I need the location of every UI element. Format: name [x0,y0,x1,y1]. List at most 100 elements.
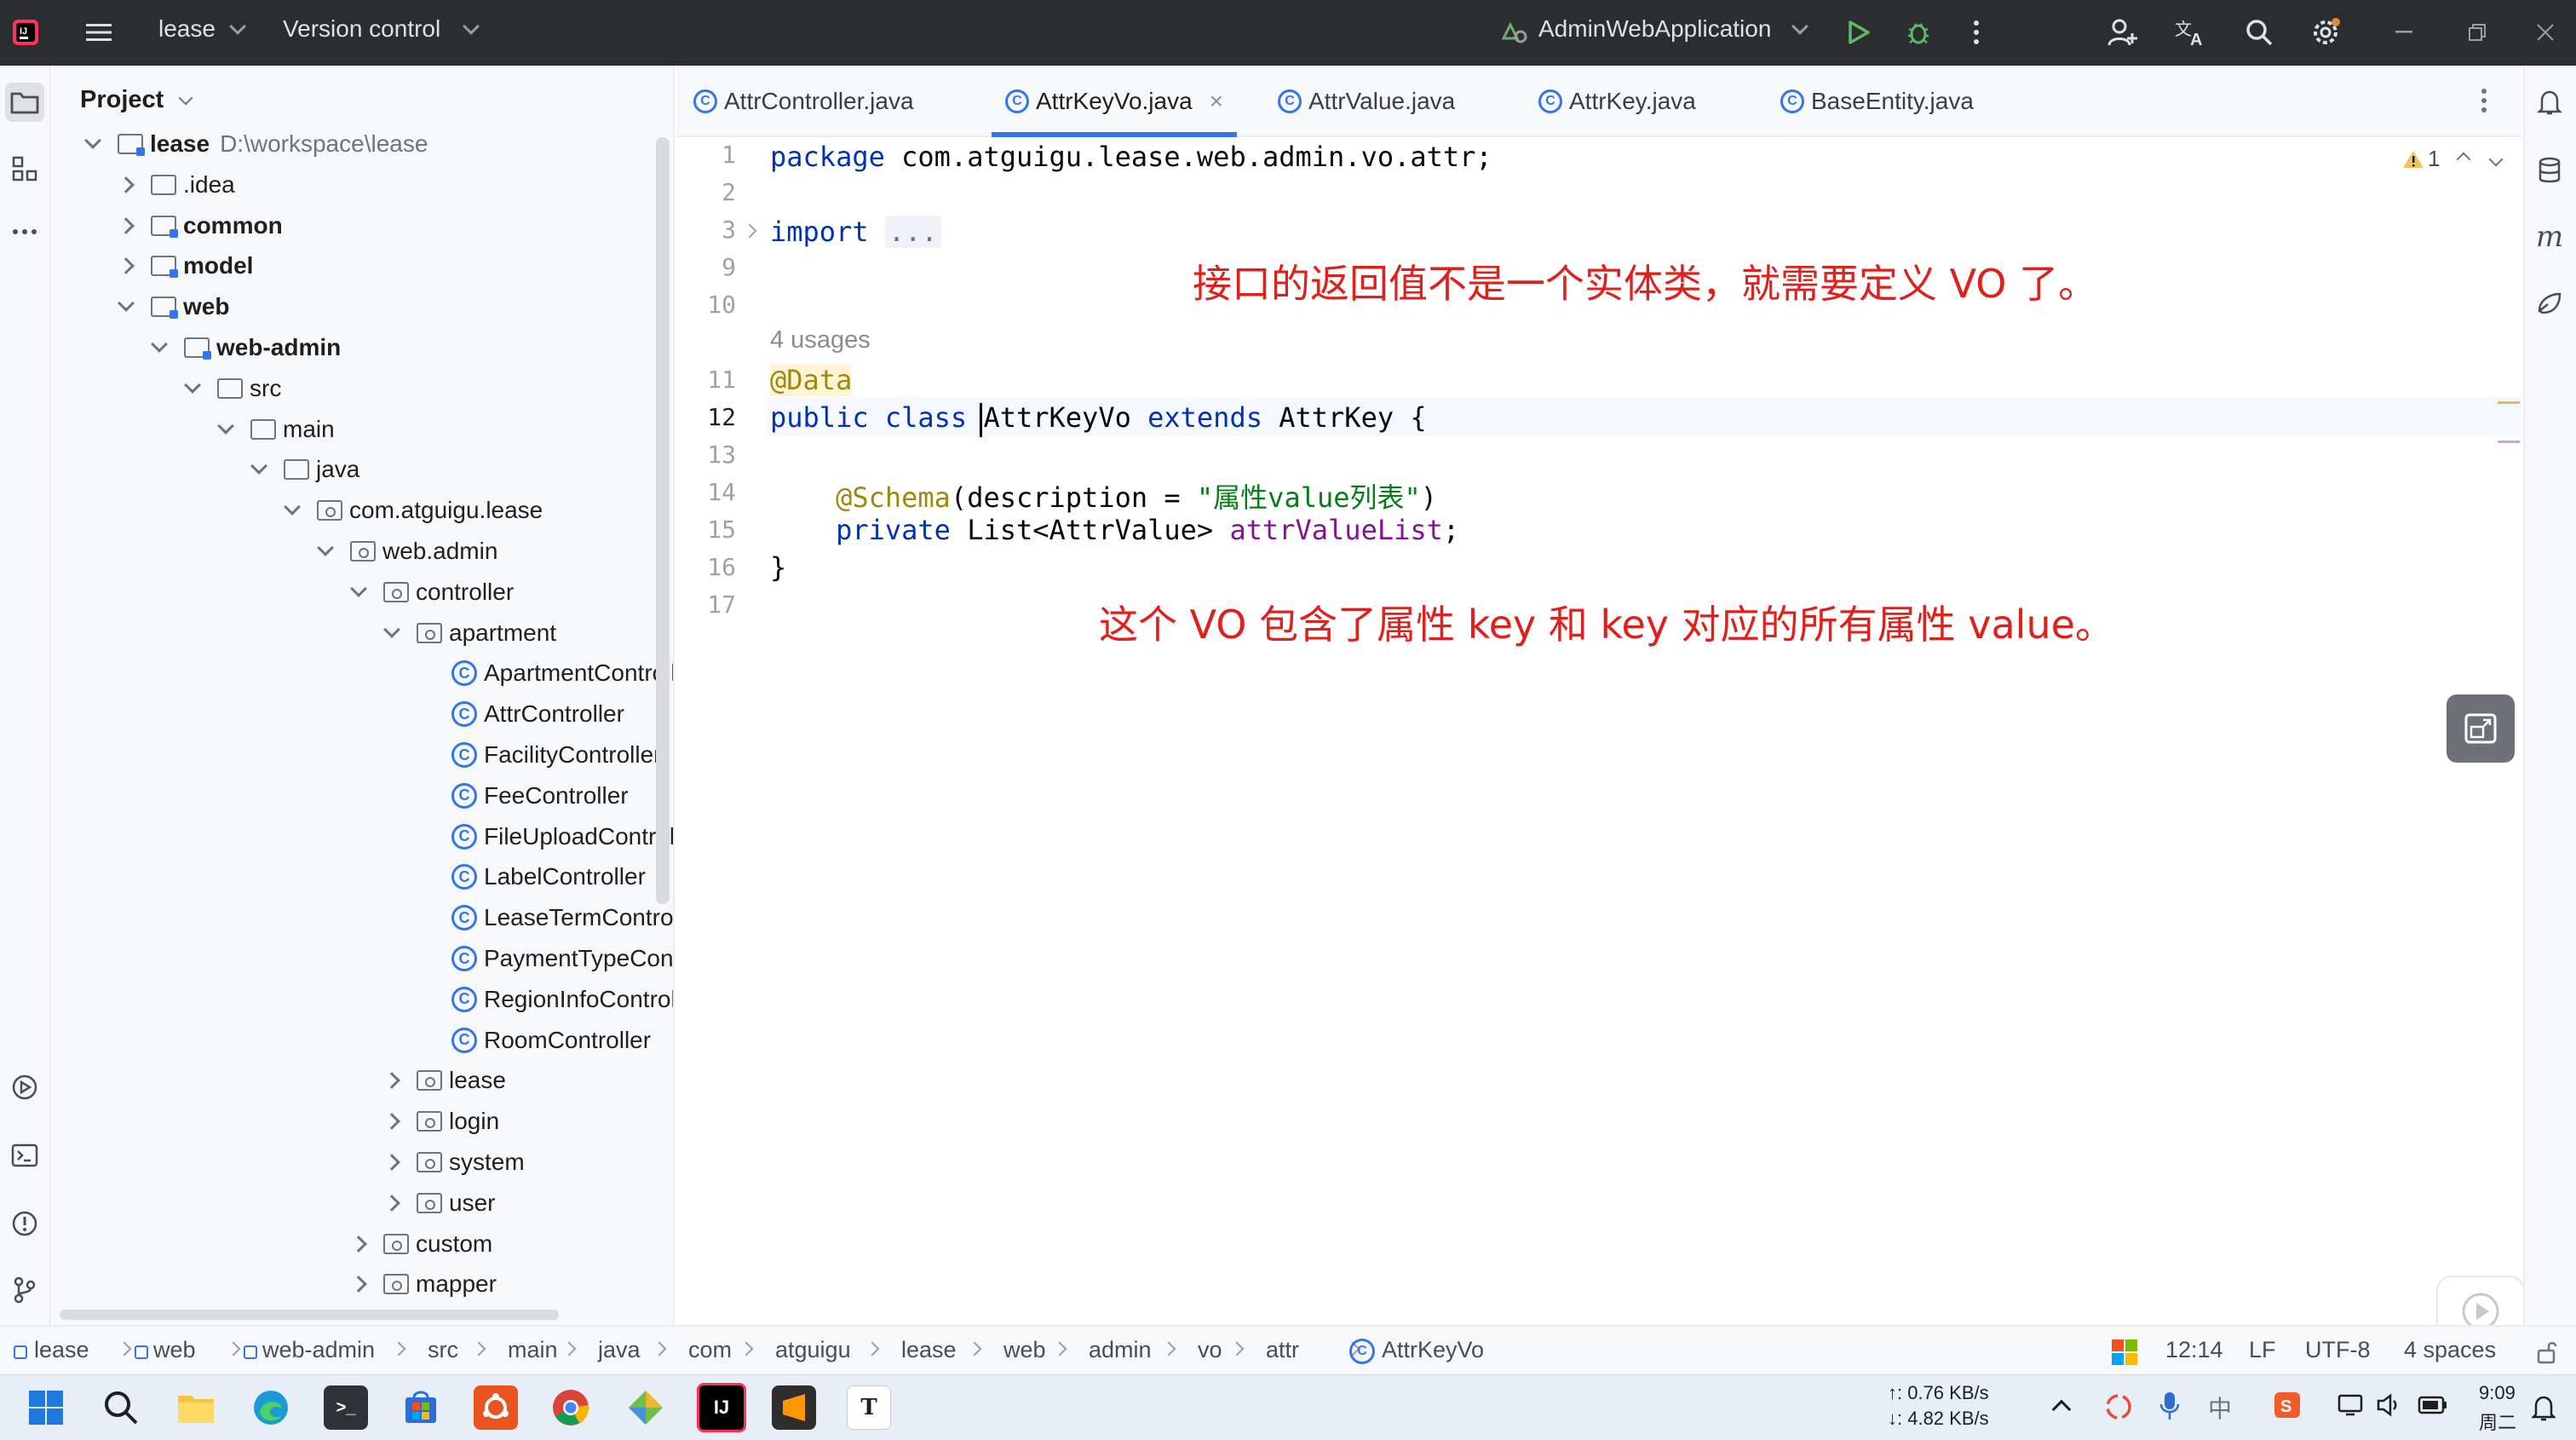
code-editor[interactable]: package com.atguigu.lease.web.admin.vo.a… [767,137,2525,1347]
breadcrumb-item[interactable]: attr [1266,1337,1299,1363]
chrome-icon[interactable] [549,1385,593,1430]
breadcrumb-item[interactable]: web-admin [262,1337,375,1363]
chevron-right-icon[interactable] [350,1276,367,1293]
close-window-icon[interactable] [2527,14,2564,51]
terminal-icon[interactable] [5,1136,44,1175]
sogou-input-icon[interactable]: S [2273,1391,2302,1420]
breadcrumb-item[interactable]: atguigu [775,1337,851,1363]
tree-scrollbar[interactable] [656,137,670,904]
tree-item[interactable]: apartment [383,613,556,653]
next-highlight-icon[interactable] [2488,152,2504,166]
chevron-down-icon[interactable] [350,579,367,597]
chevron-right-icon[interactable] [383,1154,400,1171]
breadcrumb-item[interactable]: main [508,1337,558,1363]
folded-imports[interactable]: ... [884,216,941,248]
input-method-icon[interactable]: 中 [2208,1391,2232,1425]
breadcrumb-item[interactable]: lease [901,1337,957,1363]
tree-item[interactable]: C LabelController [419,857,646,896]
tree-item[interactable]: common [118,206,283,245]
breadcrumb-item[interactable]: java [598,1337,641,1363]
close-tab-icon[interactable]: × [1210,88,1223,115]
notifications-bell-icon[interactable] [2530,83,2569,122]
tree-item[interactable]: model [118,246,253,285]
tree-item[interactable]: java [250,450,359,489]
chevron-down-icon[interactable] [383,620,400,638]
tab-attr-key[interactable]: C AttrKey.java [1538,66,1696,137]
breadcrumb-item[interactable]: com [688,1337,732,1363]
database-icon[interactable] [2530,151,2569,190]
git-tool-icon[interactable] [624,1385,668,1430]
read-only-lock-icon[interactable] [2535,1340,2559,1364]
tree-item[interactable]: src [184,369,281,408]
indent-setting[interactable]: 4 spaces [2404,1337,2496,1363]
tree-item[interactable]: C ApartmentControll [419,654,673,693]
problems-icon[interactable] [5,1204,44,1243]
tree-item[interactable]: C FacilityController [419,735,662,775]
chevron-down-icon[interactable] [118,295,135,313]
tree-item[interactable]: C AttrController [419,694,624,734]
maven-icon[interactable]: m [2530,217,2569,256]
file-encoding[interactable]: UTF-8 [2305,1337,2371,1363]
breadcrumb-item[interactable]: src [428,1337,458,1363]
clock-day[interactable]: 周二 [2479,1408,2516,1435]
error-stripe-mark[interactable] [2498,441,2520,443]
tree-item[interactable]: user [383,1184,495,1223]
git-icon[interactable] [5,1270,44,1310]
tree-item[interactable]: lease [383,1061,506,1100]
microphone-icon[interactable] [2159,1391,2181,1421]
project-panel-title[interactable]: Project [80,86,164,114]
restore-window-icon[interactable] [2458,14,2496,51]
project-view-icon[interactable] [5,83,44,122]
ubuntu-icon[interactable] [474,1385,518,1430]
tree-item[interactable]: system [383,1143,525,1182]
minimize-window-icon[interactable] [2385,14,2423,51]
chevron-right-icon[interactable] [383,1113,400,1131]
tree-item[interactable]: main [217,410,335,449]
project-name[interactable]: lease [158,15,216,43]
tree-item[interactable]: custom [350,1224,492,1264]
tree-item[interactable]: web.admin [317,532,497,571]
tree-item[interactable]: C FeeController [419,776,629,815]
structure-icon[interactable] [5,149,44,188]
tree-item[interactable]: lease D:\workspace\lease [84,124,428,164]
breadcrumb-item[interactable]: web [153,1337,196,1363]
chevron-down-icon[interactable] [217,417,234,435]
file-explorer-icon[interactable] [174,1385,218,1430]
volume-icon[interactable] [2377,1392,2402,1418]
tree-item[interactable]: C RegionInfoControll [419,980,673,1019]
ai-assistant-icon[interactable] [2530,284,2569,323]
inspection-widget[interactable]: 1 [2402,146,2504,172]
chevron-right-icon[interactable] [350,1235,367,1253]
chevron-down-icon[interactable] [317,539,334,556]
tree-horizontal-scrollbar[interactable] [60,1310,559,1320]
add-user-icon[interactable] [2104,14,2142,51]
notification-center-icon[interactable] [2532,1394,2556,1421]
start-menu-icon[interactable] [24,1385,68,1430]
more-actions-icon[interactable] [1958,14,1995,51]
usages-hint[interactable]: 4 usages [770,326,871,354]
typora-icon[interactable]: T [847,1385,891,1430]
main-menu-icon[interactable] [80,14,118,51]
chevron-right-icon[interactable] [383,1072,400,1090]
version-control-menu[interactable]: Version control [283,15,440,43]
chevron-down-icon[interactable] [184,376,201,394]
tree-item[interactable]: com.atguigu.lease [284,491,543,530]
tree-item[interactable]: login [383,1102,499,1141]
tab-attr-controller[interactable]: C AttrController.java [693,66,914,137]
tab-actions-icon[interactable] [2481,88,2487,113]
tree-item[interactable]: mapper [350,1264,497,1304]
run-icon[interactable] [1840,14,1877,51]
tree-item[interactable]: C FileUploadControll [419,817,673,856]
chevron-right-icon[interactable] [383,1194,400,1212]
chevron-right-icon[interactable] [118,257,135,275]
run-config-selector[interactable]: AdminWebApplication [1538,15,1771,43]
line-ending[interactable]: LF [2249,1337,2276,1363]
tree-item[interactable]: .idea [118,165,235,204]
network-icon[interactable] [2337,1392,2366,1418]
search-icon[interactable] [2240,14,2278,51]
breadcrumb-item[interactable]: admin [1089,1337,1152,1363]
translate-icon[interactable]: 文A [2172,14,2210,51]
fold-expand-icon[interactable] [742,223,757,239]
breadcrumb-item[interactable]: web [1003,1337,1046,1363]
intellij-logo-icon[interactable]: IJ [7,14,44,51]
